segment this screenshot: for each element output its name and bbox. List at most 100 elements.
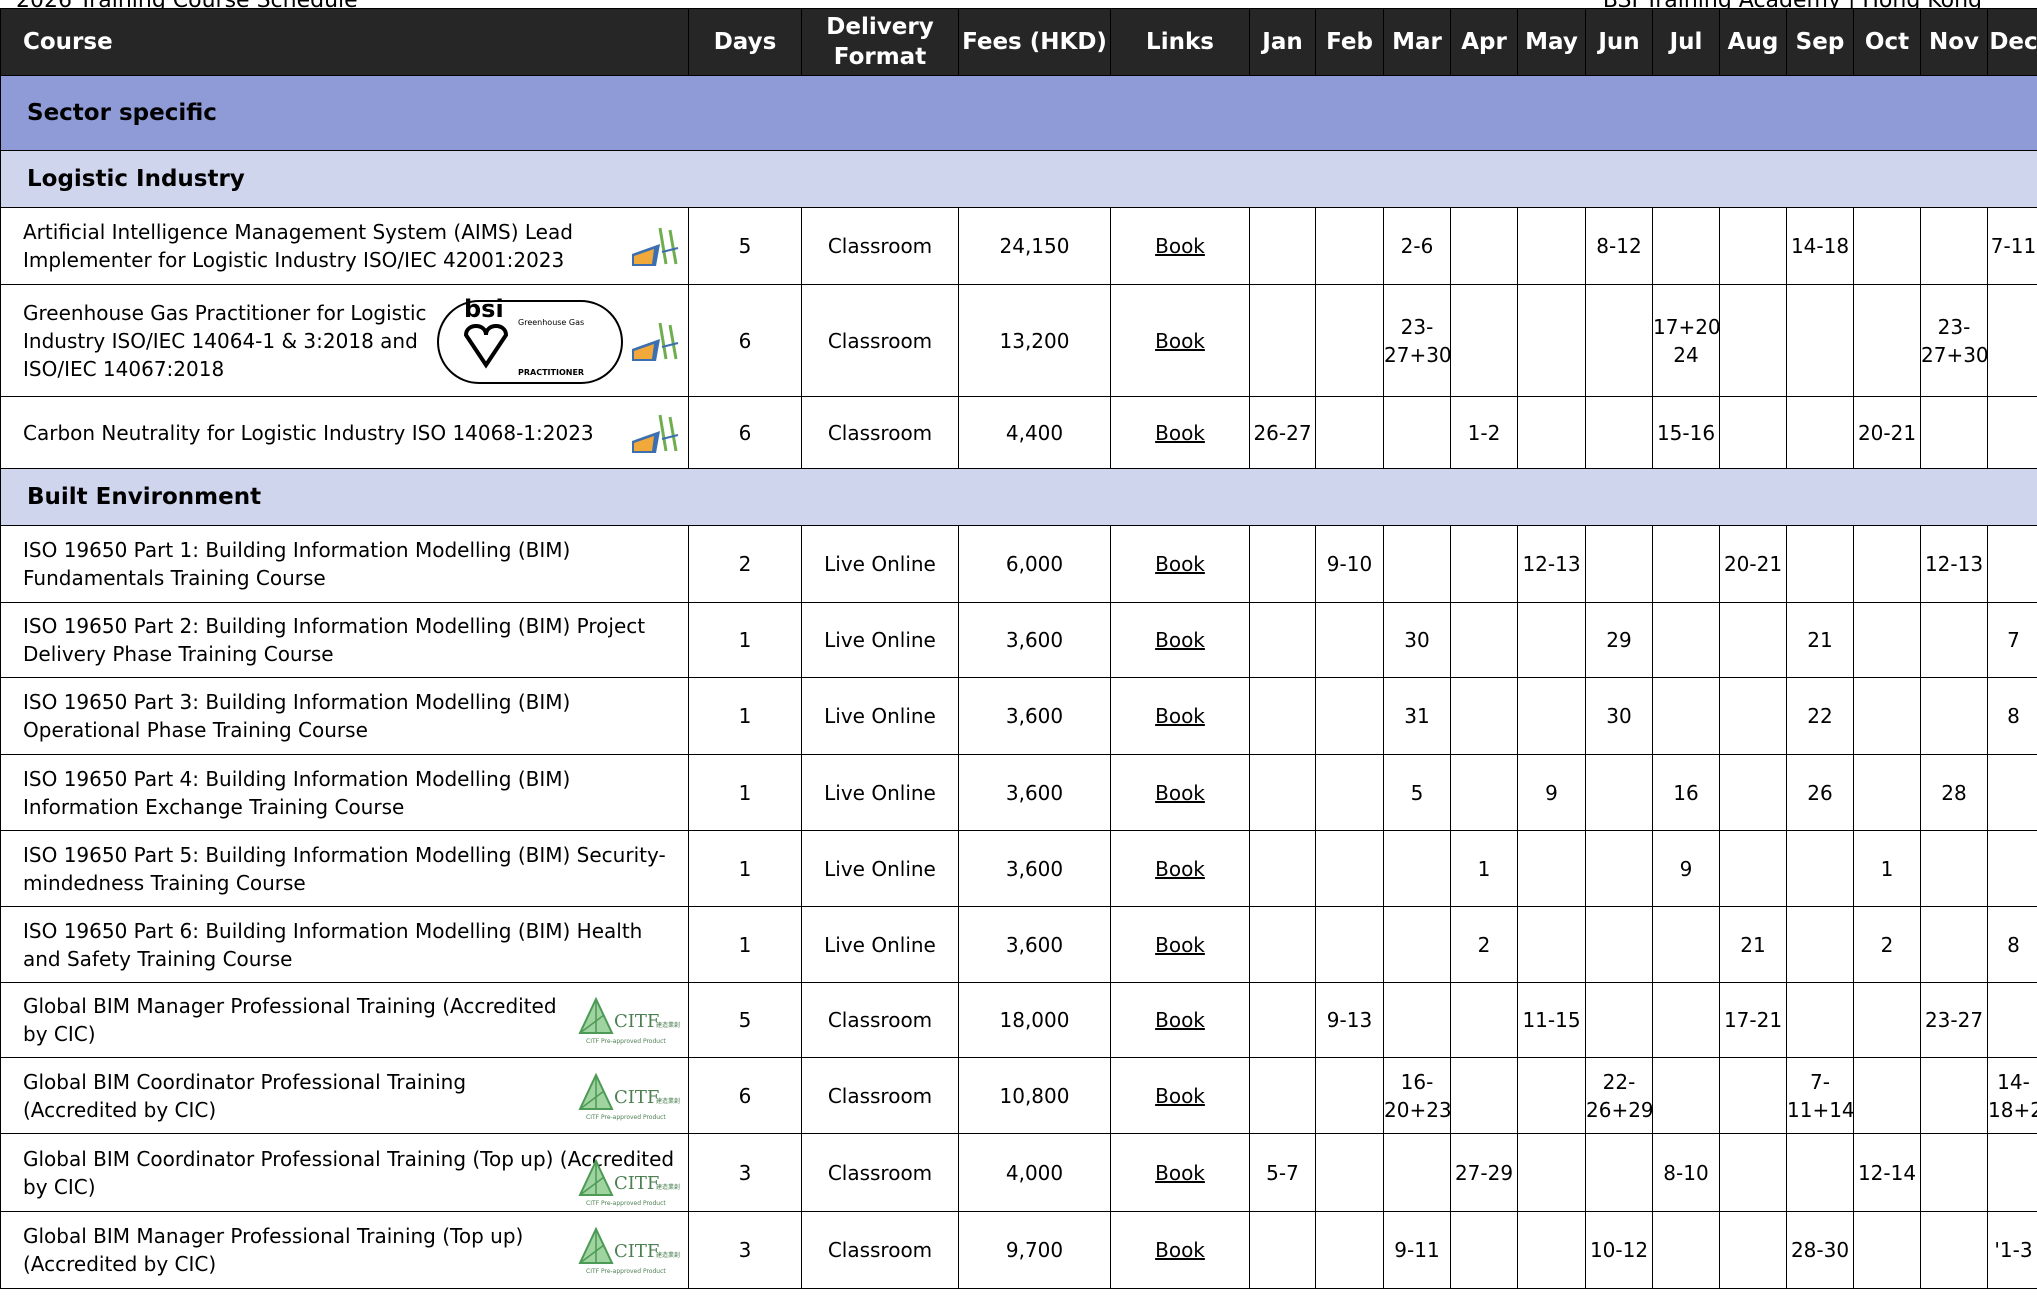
- book-link[interactable]: Book: [1155, 1084, 1205, 1108]
- course-name: ISO 19650 Part 6: Building Information M…: [23, 918, 643, 971]
- month-date-cell: [1249, 525, 1316, 603]
- fees-cell: 3,600: [958, 602, 1111, 678]
- month-date-cell: [1987, 754, 2037, 831]
- month-date-cell: 5: [1383, 754, 1451, 831]
- month-date-cell: 9: [1517, 754, 1586, 831]
- month-date-cell: [1719, 754, 1787, 831]
- month-date-cell: [1920, 830, 1988, 907]
- month-date-cell: [1920, 207, 1988, 285]
- table-row: Global BIM Coordinator Professional Trai…: [0, 1133, 2037, 1212]
- month-date-cell: [1652, 677, 1720, 755]
- table-row: Global BIM Coordinator Professional Trai…: [0, 1057, 2037, 1134]
- days-cell: 1: [688, 677, 802, 755]
- svg-text:CITF: CITF: [614, 1241, 659, 1262]
- month-date-cell: 26-27: [1249, 396, 1316, 469]
- month-date-cell: 21: [1786, 602, 1854, 678]
- table-row: ISO 19650 Part 3: Building Information M…: [0, 677, 2037, 755]
- col-days: Days: [688, 8, 802, 76]
- book-link[interactable]: Book: [1155, 857, 1205, 881]
- month-date-cell: [1517, 1211, 1586, 1289]
- svg-text:CITF: CITF: [614, 1011, 659, 1032]
- col-course: Course: [0, 8, 689, 76]
- course-logos: [630, 411, 680, 455]
- delivery-format-cell: Classroom: [801, 284, 959, 397]
- book-link[interactable]: Book: [1155, 781, 1205, 805]
- course-name-cell: Carbon Neutrality for Logistic Industry …: [0, 396, 689, 469]
- course-name-cell: Global BIM Coordinator Professional Trai…: [0, 1133, 689, 1212]
- month-date-cell: 23-27+30: [1920, 284, 1988, 397]
- month-date-cell: [1719, 830, 1787, 907]
- month-date-cell: [1987, 284, 2037, 397]
- course-name-cell: Global BIM Coordinator Professional Trai…: [0, 1057, 689, 1134]
- month-date-cell: 12-13: [1517, 525, 1586, 603]
- delivery-format-cell: Classroom: [801, 982, 959, 1058]
- citf-pre-approved-logo: CITF 建造業創科基金 CITF Pre-approved Product: [578, 1072, 680, 1121]
- sector-label: Sector specific: [0, 75, 2037, 151]
- month-date-cell: [1450, 982, 1518, 1058]
- month-date-cell: [1920, 1057, 1988, 1134]
- month-date-cell: 16: [1652, 754, 1720, 831]
- course-name: ISO 19650 Part 4: Building Information M…: [23, 766, 571, 819]
- month-date-cell: 8: [1987, 677, 2037, 755]
- delivery-format-cell: Live Online: [801, 906, 959, 983]
- delivery-format-cell: Live Online: [801, 677, 959, 755]
- svg-text:CITF Pre-approved Product: CITF Pre-approved Product: [586, 1038, 666, 1045]
- month-date-cell: 22-26+29: [1585, 1057, 1653, 1134]
- book-link[interactable]: Book: [1155, 234, 1205, 258]
- month-date-cell: [1987, 396, 2037, 469]
- links-cell: Book: [1110, 396, 1250, 469]
- month-date-cell: [1920, 1211, 1988, 1289]
- month-date-cell: [1450, 525, 1518, 603]
- course-logos: CITF 建造業創科基金 CITF Pre-approved Product: [576, 1223, 680, 1277]
- svg-text:Greenhouse Gas: Greenhouse Gas: [518, 318, 584, 327]
- svg-text:建造業創科基金: 建造業創科基金: [656, 1097, 680, 1105]
- book-link[interactable]: Book: [1155, 421, 1205, 445]
- col-month: Mar: [1383, 8, 1451, 76]
- citf-pre-approved-logo: CITF 建造業創科基金 CITF Pre-approved Product: [578, 1226, 680, 1275]
- delivery-format-cell: Classroom: [801, 1211, 959, 1289]
- month-date-cell: [1383, 906, 1451, 983]
- month-date-cell: [1920, 602, 1988, 678]
- table-row: ISO 19650 Part 1: Building Information M…: [0, 525, 2037, 603]
- course-name-cell: ISO 19650 Part 5: Building Information M…: [0, 830, 689, 907]
- course-name-cell: Global BIM Manager Professional Training…: [0, 982, 689, 1058]
- book-link[interactable]: Book: [1155, 1008, 1205, 1032]
- group-title: Built Environment: [0, 468, 2037, 526]
- month-date-cell: [1450, 207, 1518, 285]
- days-cell: 3: [688, 1133, 802, 1212]
- month-date-cell: 21: [1719, 906, 1787, 983]
- month-date-cell: [1517, 396, 1586, 469]
- month-date-cell: [1249, 906, 1316, 983]
- month-date-cell: [1383, 830, 1451, 907]
- month-date-cell: [1652, 982, 1720, 1058]
- month-date-cell: [1517, 677, 1586, 755]
- month-date-cell: [1450, 1211, 1518, 1289]
- book-link[interactable]: Book: [1155, 329, 1205, 353]
- month-date-cell: [1517, 906, 1586, 983]
- links-cell: Book: [1110, 525, 1250, 603]
- book-link[interactable]: Book: [1155, 628, 1205, 652]
- month-date-cell: 14-18+21: [1987, 1057, 2037, 1134]
- course-logos: CITF 建造業創科基金 CITF Pre-approved Product: [576, 1155, 680, 1209]
- month-date-cell: 30: [1585, 677, 1653, 755]
- table-row: ISO 19650 Part 2: Building Information M…: [0, 602, 2037, 678]
- delivery-format-cell: Live Online: [801, 754, 959, 831]
- month-date-cell: [1315, 396, 1384, 469]
- fees-cell: 3,600: [958, 830, 1111, 907]
- links-cell: Book: [1110, 830, 1250, 907]
- month-date-cell: 8-10: [1652, 1133, 1720, 1212]
- month-date-cell: 8: [1987, 906, 2037, 983]
- month-date-cell: [1315, 677, 1384, 755]
- svg-text:CITF Pre-approved Product: CITF Pre-approved Product: [586, 1268, 666, 1275]
- book-link[interactable]: Book: [1155, 1161, 1205, 1185]
- book-link[interactable]: Book: [1155, 933, 1205, 957]
- month-date-cell: [1786, 1133, 1854, 1212]
- book-link[interactable]: Book: [1155, 552, 1205, 576]
- book-link[interactable]: Book: [1155, 704, 1205, 728]
- month-date-cell: 9-13: [1315, 982, 1384, 1058]
- fees-cell: 18,000: [958, 982, 1111, 1058]
- fees-cell: 9,700: [958, 1211, 1111, 1289]
- bsi-greenhouse-gas-practitioner-mark: bsi Greenhouse Gas PRACTITIONER: [437, 295, 623, 384]
- month-date-cell: [1585, 525, 1653, 603]
- book-link[interactable]: Book: [1155, 1238, 1205, 1262]
